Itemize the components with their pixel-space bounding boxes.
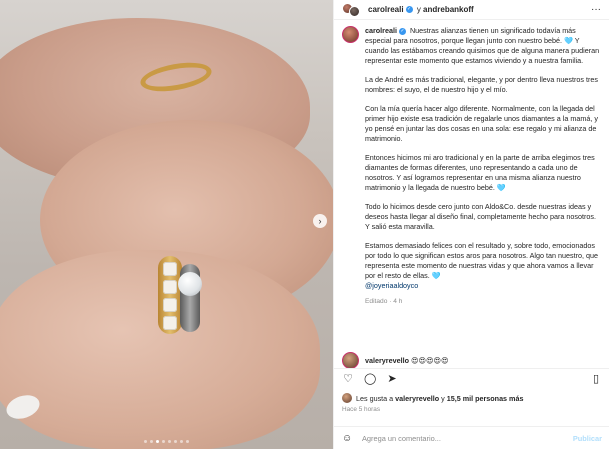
emoji-icon[interactable]: ☺ — [342, 433, 356, 444]
share-icon[interactable]: ➤ — [386, 373, 398, 385]
caption-paragraph: La de André es más tradicional, elegante… — [365, 75, 598, 94]
mention-link[interactable]: @joyeriaaldoyco — [365, 281, 418, 290]
diamond — [163, 298, 177, 312]
caption-paragraph: Todo lo hicimos desde cero junto con Ald… — [365, 202, 596, 231]
caption-body: carolreali ✓ Nuestras alianzas tienen un … — [365, 26, 602, 307]
connector-text: y — [416, 5, 421, 14]
likes-count[interactable]: 15,5 mil personas más — [447, 394, 524, 403]
caption-paragraph: Con la mía quería hacer algo diferente. … — [365, 104, 598, 143]
verified-icon: ✓ — [398, 27, 406, 35]
carousel-dot[interactable] — [168, 440, 171, 443]
chevron-right-icon[interactable]: › — [313, 214, 327, 228]
post-header: carolreali ✓ y andrebankoff ··· — [334, 0, 609, 20]
edited-label: Editado · 4 h — [365, 298, 403, 305]
username-link[interactable]: carolreali — [365, 26, 397, 35]
action-bar: ♡ ◯ ➤ ▯ — [334, 368, 609, 388]
likes-connector: y — [441, 393, 445, 403]
post-side-panel: carolreali ✓ y andrebankoff ··· carolreal… — [333, 0, 609, 449]
publish-button[interactable]: Publicar — [573, 434, 602, 443]
caption: carolreali ✓ Nuestras alianzas tienen un … — [334, 26, 609, 307]
comment-icon[interactable]: ◯ — [364, 373, 376, 385]
bookmark-icon[interactable]: ▯ — [590, 373, 602, 385]
carousel-dot[interactable] — [144, 440, 147, 443]
carousel-dot[interactable] — [162, 440, 165, 443]
avatar[interactable] — [342, 393, 352, 403]
likes-row: Les gusta a valeryrevello y 15,5 mil per… — [342, 393, 523, 403]
more-icon[interactable]: ··· — [591, 5, 601, 15]
avatar[interactable] — [342, 26, 359, 43]
caption-text: Estamos demasiado felices con el resulta… — [365, 241, 598, 280]
avatar[interactable] — [349, 5, 360, 17]
comment-row: valeryrevello 😍😍😍😍😍 — [342, 352, 448, 369]
avatar[interactable] — [342, 352, 359, 369]
carousel-dot[interactable] — [156, 440, 159, 443]
diamond — [163, 316, 177, 330]
post-image[interactable]: › — [0, 0, 333, 449]
carousel-dot[interactable] — [174, 440, 177, 443]
gold-ring — [158, 256, 182, 334]
caption-paragraph: Entonces hicimos mi aro tradicional y en… — [365, 153, 595, 192]
username-link[interactable]: valeryrevello — [365, 356, 409, 365]
likes-prefix: Les gusta a — [356, 393, 394, 403]
timestamp[interactable]: Hace 5 horas — [342, 406, 380, 413]
add-comment-bar: ☺ Publicar — [334, 426, 609, 449]
carousel-dot[interactable] — [186, 440, 189, 443]
username-link[interactable]: carolreali — [368, 5, 404, 14]
ring-set — [158, 256, 210, 336]
collab-avatars[interactable] — [342, 2, 362, 17]
carousel-dot[interactable] — [180, 440, 183, 443]
verified-icon: ✓ — [405, 6, 413, 14]
comment-text: valeryrevello 😍😍😍😍😍 — [365, 356, 448, 365]
silver-ring — [178, 264, 202, 332]
username-link[interactable]: andrebankoff — [423, 5, 474, 14]
diamond — [163, 262, 177, 276]
caption-paragraph: Estamos demasiado felices con el resulta… — [365, 241, 602, 291]
diamond — [163, 280, 177, 294]
carousel-dot[interactable] — [150, 440, 153, 443]
carousel-dots — [0, 440, 333, 443]
solitaire-diamond — [178, 272, 202, 296]
username-link[interactable]: valeryrevello — [395, 394, 439, 403]
instagram-post: › carolreali ✓ y andrebankoff ··· carolre… — [0, 0, 609, 449]
comment-input[interactable] — [362, 433, 562, 443]
header-usernames: carolreali ✓ y andrebankoff — [368, 5, 474, 14]
comment-body: 😍😍😍😍😍 — [410, 356, 449, 365]
heart-icon[interactable]: ♡ — [342, 373, 354, 385]
caption-paragraph: carolreali ✓ Nuestras alianzas tienen un … — [365, 26, 602, 66]
